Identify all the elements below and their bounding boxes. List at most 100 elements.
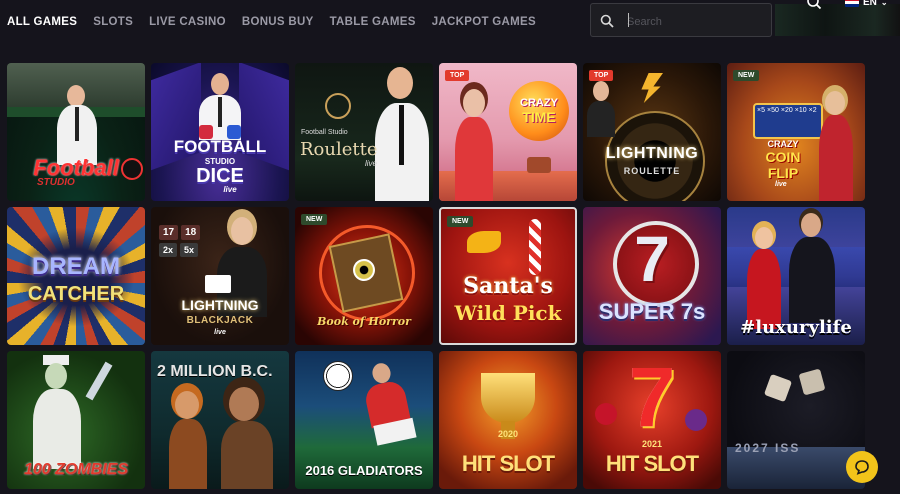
live-tag: live bbox=[365, 159, 378, 168]
dice-icon bbox=[798, 368, 826, 396]
language-selector[interactable]: EN ⌄ bbox=[845, 0, 888, 8]
tab-jackpot-games[interactable]: JACKPOT GAMES bbox=[432, 16, 536, 28]
football-icon bbox=[323, 361, 353, 391]
header-backdrop bbox=[775, 4, 900, 36]
chat-button[interactable] bbox=[846, 451, 878, 483]
score-chip: 2x bbox=[159, 243, 178, 257]
game-tile-lightning-blackjack[interactable]: 17 18 2x 5x LIGHTNING BLACKJACK live bbox=[151, 207, 289, 345]
new-badge: NEW bbox=[733, 70, 760, 81]
game-tile-book-of-horror[interactable]: NEW Book of Horror bbox=[295, 207, 433, 345]
score-chips: 17 18 2x 5x bbox=[159, 225, 213, 257]
cherry-icon bbox=[595, 403, 617, 425]
game-subtitle: TIME bbox=[522, 109, 556, 125]
game-title: Book of Horror bbox=[317, 315, 411, 328]
game-tile-super-7s[interactable]: 7 SUPER 7s bbox=[583, 207, 721, 345]
game-tile-football-studio-dice[interactable]: FOOTBALL STUDIO DICE live bbox=[151, 63, 289, 201]
game-tile-football-studio[interactable]: Football STUDIO bbox=[7, 63, 145, 201]
search-input[interactable] bbox=[625, 11, 769, 33]
game-tile-luxurylife[interactable]: #luxurylife bbox=[727, 207, 865, 345]
seven-icon: 7 bbox=[634, 223, 670, 295]
score-chip: 18 bbox=[181, 225, 201, 240]
game-title: CRAZY bbox=[520, 97, 558, 109]
top-badge: TOP bbox=[445, 70, 470, 81]
live-tag: live bbox=[223, 185, 237, 194]
game-title: FOOTBALL bbox=[173, 137, 267, 156]
game-tile-2027-iss[interactable]: 2027 ISS bbox=[727, 351, 865, 489]
game-title: Santa's bbox=[463, 273, 553, 299]
chevron-down-icon: ⌄ bbox=[880, 0, 888, 7]
multiplier-label: ×50 bbox=[766, 107, 779, 114]
game-tile-2-million-bc[interactable]: 2 MILLION B.C. bbox=[151, 351, 289, 489]
tab-bonus-buy[interactable]: BONUS BUY bbox=[242, 16, 314, 28]
game-title: LIGHTNING bbox=[605, 145, 699, 162]
year-label: 2021 bbox=[641, 439, 663, 449]
game-title: SUPER 7s bbox=[598, 299, 706, 324]
multiplier-label: ×10 bbox=[794, 107, 807, 114]
multiplier-label: ×20 bbox=[780, 107, 793, 114]
tab-live-casino[interactable]: LIVE CASINO bbox=[149, 16, 226, 28]
tab-table-games[interactable]: TABLE GAMES bbox=[330, 16, 416, 28]
game-title-flip: FLIP bbox=[767, 165, 799, 181]
header-search-icon[interactable] bbox=[806, 0, 822, 11]
game-title: CRAZY bbox=[767, 139, 799, 149]
search-icon bbox=[600, 14, 614, 28]
game-subtitle: BLACKJACK bbox=[186, 315, 254, 326]
uk-flag-icon bbox=[845, 0, 859, 7]
game-tile-lightning-roulette[interactable]: TOP LIGHTNING ROULETTE bbox=[583, 63, 721, 201]
candy-cane-icon bbox=[529, 219, 541, 275]
new-badge: NEW bbox=[301, 214, 328, 225]
game-title-coin: COIN bbox=[765, 149, 801, 165]
trophy-icon bbox=[481, 373, 535, 423]
game-tile-dream-catcher[interactable]: DREAM CATCHER bbox=[7, 207, 145, 345]
game-tile-hit-slot-2021[interactable]: 7 2021 HIT SLOT bbox=[583, 351, 721, 489]
game-title: LIGHTNING bbox=[181, 297, 259, 313]
basket bbox=[527, 157, 551, 173]
game-tile-santas-wild-pick[interactable]: NEW Santa's Wild Pick bbox=[439, 207, 577, 345]
language-code: EN bbox=[863, 0, 877, 8]
game-title: #luxurylife bbox=[740, 317, 852, 338]
game-title: 100 ZOMBIES bbox=[23, 461, 129, 478]
score-chip: 17 bbox=[159, 225, 179, 240]
provider-label: Football Studio bbox=[301, 129, 348, 136]
game-tile-roulette[interactable]: Football Studio Roulette live bbox=[295, 63, 433, 201]
chat-bubble-icon bbox=[855, 460, 869, 475]
cards-icon bbox=[205, 275, 231, 293]
category-tabs: ALL GAMES SLOTS LIVE CASINO BONUS BUY TA… bbox=[7, 16, 536, 28]
search-box[interactable] bbox=[590, 3, 772, 37]
multiplier-label: ×2 bbox=[808, 107, 817, 114]
game-title: 2 MILLION B.C. bbox=[157, 363, 273, 380]
game-tile-crazy-coin-flip[interactable]: NEW ×5 ×50 ×20 ×10 ×2 CRAZY COIN FLIP li… bbox=[727, 63, 865, 201]
game-subtitle: ROULETTE bbox=[623, 166, 681, 176]
text-cursor bbox=[628, 13, 629, 27]
dice-icon bbox=[763, 373, 793, 403]
game-tile-2016-gladiators[interactable]: 2016 GLADIATORS bbox=[295, 351, 433, 489]
year-label: 2020 bbox=[497, 429, 519, 439]
bow-icon bbox=[467, 231, 501, 253]
tab-all-games[interactable]: ALL GAMES bbox=[7, 16, 77, 28]
game-title: 2027 ISS bbox=[735, 441, 801, 455]
game-tile-100-zombies[interactable]: 100 ZOMBIES bbox=[7, 351, 145, 489]
game-title: DREAM bbox=[32, 253, 120, 280]
multiplier-label: ×5 bbox=[757, 107, 765, 114]
game-category-nav: ALL GAMES SLOTS LIVE CASINO BONUS BUY TA… bbox=[0, 0, 900, 46]
syringe-icon bbox=[85, 361, 113, 401]
new-badge: NEW bbox=[447, 216, 474, 227]
plum-icon bbox=[685, 409, 707, 431]
top-badge: TOP bbox=[589, 70, 614, 81]
game-tile-crazy-time[interactable]: TOP CRAZY TIME bbox=[439, 63, 577, 201]
game-title: HIT SLOT bbox=[605, 451, 699, 476]
roulette-wheel-icon bbox=[325, 93, 351, 119]
game-title: Roulette bbox=[300, 139, 378, 160]
game-tile-hit-slot-2020[interactable]: 2020 HIT SLOT bbox=[439, 351, 577, 489]
score-chip: 5x bbox=[180, 243, 199, 257]
seven-icon: 7 bbox=[628, 351, 676, 444]
game-subtitle: CATCHER bbox=[27, 283, 125, 305]
game-title: 2016 GLADIATORS bbox=[305, 463, 423, 478]
live-tag: live bbox=[214, 329, 226, 336]
slot-reels: ×5 ×50 ×20 ×10 ×2 bbox=[753, 103, 823, 139]
live-tag: live bbox=[775, 181, 787, 188]
tab-slots[interactable]: SLOTS bbox=[93, 16, 133, 28]
game-subtitle: Wild Pick bbox=[454, 301, 562, 325]
football-icon bbox=[121, 158, 143, 180]
lightning-bolt-icon bbox=[641, 73, 663, 103]
